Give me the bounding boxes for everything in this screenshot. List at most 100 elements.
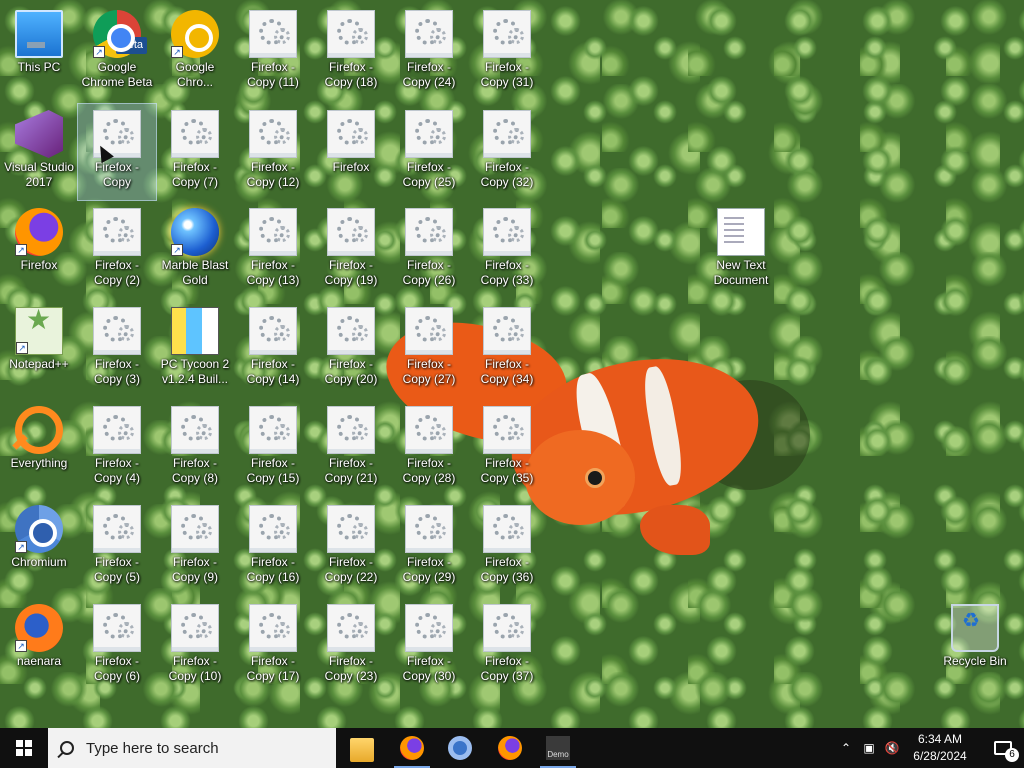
desktop-icon-firefox[interactable]: ↗ Firefox — [0, 202, 78, 298]
generic-app-icon — [327, 505, 375, 553]
chromium-icon: ↗ — [15, 505, 63, 553]
desktop-icon-firefox-copy-24[interactable]: Firefox - Copy (24) — [390, 4, 468, 100]
desktop-icon-firefox-copy-21[interactable]: Firefox - Copy (21) — [312, 400, 390, 496]
marble-blast-icon: ↗ — [171, 208, 219, 256]
wallpaper-fish-eye — [585, 468, 605, 488]
desktop-icon-firefox-copy-30[interactable]: Firefox - Copy (30) — [390, 598, 468, 694]
desktop-icon-firefox-copy-13[interactable]: Firefox - Copy (13) — [234, 202, 312, 298]
desktop-icon-firefox-copy-11[interactable]: Firefox - Copy (11) — [234, 4, 312, 100]
desktop-icon-firefox-copy-10[interactable]: Firefox - Copy (10) — [156, 598, 234, 694]
recycle-bin-icon — [951, 604, 999, 652]
icon-label: Firefox - Copy (21) — [324, 456, 378, 485]
desktop-icon-firefox-copy-26[interactable]: Firefox - Copy (26) — [390, 202, 468, 298]
desktop-icon-firefox-copy-4[interactable]: Firefox - Copy (4) — [78, 400, 156, 496]
icon-label: Firefox - Copy (6) — [93, 654, 140, 683]
desktop-icon-firefox-copy-35[interactable]: Firefox - Copy (35) — [468, 400, 546, 496]
generic-app-icon — [483, 505, 531, 553]
icon-label: Firefox - Copy (29) — [402, 555, 456, 584]
generic-app-icon — [249, 604, 297, 652]
taskbar-firefox[interactable] — [388, 728, 436, 768]
desktop-icon-firefox-copy-19[interactable]: Firefox - Copy (19) — [312, 202, 390, 298]
volume-control[interactable]: 🔇 — [882, 728, 902, 768]
desktop-icon-firefox-copy-7[interactable]: Firefox - Copy (7) — [156, 104, 234, 200]
demo-app-icon: Demo — [546, 736, 570, 760]
wallpaper-fish-tail — [640, 505, 710, 555]
desktop-icon-firefox-copy-3[interactable]: Firefox - Copy (3) — [78, 301, 156, 397]
desktop-icon-firefox-copy-9[interactable]: Firefox - Copy (9) — [156, 499, 234, 595]
generic-app-icon — [93, 208, 141, 256]
desktop-icon-naenara[interactable]: ↗ naenara — [0, 598, 78, 694]
desktop-icon-firefox-generic[interactable]: Firefox — [312, 104, 390, 200]
desktop-icon-firefox-copy-36[interactable]: Firefox - Copy (36) — [468, 499, 546, 595]
desktop-icon-firefox-copy-5[interactable]: Firefox - Copy (5) — [78, 499, 156, 595]
taskbar-firefox-2[interactable] — [486, 728, 534, 768]
desktop-icon-recycle-bin[interactable]: Recycle Bin — [936, 598, 1014, 694]
desktop-icon-firefox-copy-32[interactable]: Firefox - Copy (32) — [468, 104, 546, 200]
desktop-icon-firefox-copy-22[interactable]: Firefox - Copy (22) — [312, 499, 390, 595]
search-box[interactable]: Type here to search — [48, 728, 336, 768]
icon-label: Marble Blast Gold — [161, 258, 229, 287]
icon-label: New Text Document — [713, 258, 769, 287]
show-hidden-icons-button[interactable]: ⌃ — [836, 728, 856, 768]
generic-app-icon — [327, 208, 375, 256]
windows-logo-icon — [16, 740, 32, 756]
generic-app-icon — [405, 406, 453, 454]
desktop-icon-firefox-copy-14[interactable]: Firefox - Copy (14) — [234, 301, 312, 397]
desktop-icon-chromium[interactable]: ↗ Chromium — [0, 499, 78, 595]
start-button[interactable] — [0, 728, 48, 768]
desktop-icon-pc-tycoon[interactable]: PC Tycoon 2 v1.2.4 Buil... — [156, 301, 234, 397]
icon-label: Everything — [10, 456, 68, 470]
desktop-icon-marble-blast[interactable]: ↗ Marble Blast Gold — [156, 202, 234, 298]
icon-label: Firefox - Copy (5) — [93, 555, 140, 584]
desktop-icon-firefox-copy-23[interactable]: Firefox - Copy (23) — [312, 598, 390, 694]
desktop-icon-firefox-copy-27[interactable]: Firefox - Copy (27) — [390, 301, 468, 397]
generic-app-icon — [483, 406, 531, 454]
desktop-icon-firefox-copy-12[interactable]: Firefox - Copy (12) — [234, 104, 312, 200]
desktop-icon-firefox-copy-20[interactable]: Firefox - Copy (20) — [312, 301, 390, 397]
desktop-icon-firefox-copy-8[interactable]: Firefox - Copy (8) — [156, 400, 234, 496]
desktop-icon-firefox-copy-31[interactable]: Firefox - Copy (31) — [468, 4, 546, 100]
visual-studio-icon — [15, 110, 63, 158]
icon-label: Firefox - Copy (33) — [480, 258, 534, 287]
desktop-icon-everything[interactable]: Everything — [0, 400, 78, 496]
desktop-icon-firefox-copy-34[interactable]: Firefox - Copy (34) — [468, 301, 546, 397]
desktop-icon-firefox-copy-17[interactable]: Firefox - Copy (17) — [234, 598, 312, 694]
taskbar-chromium[interactable] — [436, 728, 484, 768]
desktop-icon-chrome-beta[interactable]: Beta ↗ Google Chrome Beta — [78, 4, 156, 100]
desktop-icon-firefox-copy-25[interactable]: Firefox - Copy (25) — [390, 104, 468, 200]
clock[interactable]: 6:34 AM 6/28/2024 — [900, 731, 980, 765]
icon-label: Firefox - Copy (31) — [480, 60, 534, 89]
desktop-icon-firefox-copy-18[interactable]: Firefox - Copy (18) — [312, 4, 390, 100]
generic-app-icon — [405, 307, 453, 355]
desktop-icon-firefox-copy-29[interactable]: Firefox - Copy (29) — [390, 499, 468, 595]
taskbar-demo-app[interactable]: Demo — [534, 728, 582, 768]
desktop-icon-firefox-copy-37[interactable]: Firefox - Copy (37) — [468, 598, 546, 694]
desktop[interactable]: This PC Visual Studio 2017 ↗ Firefox ↗ N… — [0, 0, 1024, 728]
shortcut-arrow-icon: ↗ — [15, 244, 27, 256]
desktop-icon-google-chrome[interactable]: ↗ Google Chro... — [156, 4, 234, 100]
icon-label: Firefox - Copy (7) — [171, 160, 218, 189]
desktop-icon-visual-studio[interactable]: Visual Studio 2017 — [0, 104, 78, 200]
speaker-muted-icon: 🔇 — [884, 741, 900, 755]
shortcut-arrow-icon: ↗ — [171, 46, 183, 58]
icon-label: Firefox - Copy (27) — [402, 357, 456, 386]
taskbar-file-explorer[interactable] — [338, 728, 386, 768]
desktop-icon-firefox-copy-15[interactable]: Firefox - Copy (15) — [234, 400, 312, 496]
action-center-button[interactable]: 6 — [982, 728, 1024, 768]
desktop-icon-new-text-document[interactable]: New Text Document — [702, 202, 780, 298]
this-pc-icon — [15, 10, 63, 58]
network-status[interactable]: ▣ — [858, 728, 880, 768]
desktop-icon-firefox-copy-28[interactable]: Firefox - Copy (28) — [390, 400, 468, 496]
desktop-icon-firefox-copy[interactable]: Firefox - Copy — [77, 103, 157, 201]
generic-app-icon — [93, 307, 141, 355]
naenara-icon: ↗ — [15, 604, 63, 652]
desktop-icon-this-pc[interactable]: This PC — [0, 4, 78, 100]
desktop-icon-notepadpp[interactable]: ↗ Notepad++ — [0, 301, 78, 397]
generic-app-icon — [327, 406, 375, 454]
generic-app-icon — [249, 505, 297, 553]
desktop-icon-firefox-copy-6[interactable]: Firefox - Copy (6) — [78, 598, 156, 694]
desktop-icon-firefox-copy-2[interactable]: Firefox - Copy (2) — [78, 202, 156, 298]
desktop-icon-firefox-copy-33[interactable]: Firefox - Copy (33) — [468, 202, 546, 298]
desktop-icon-firefox-copy-16[interactable]: Firefox - Copy (16) — [234, 499, 312, 595]
notepadpp-icon: ↗ — [15, 307, 63, 355]
